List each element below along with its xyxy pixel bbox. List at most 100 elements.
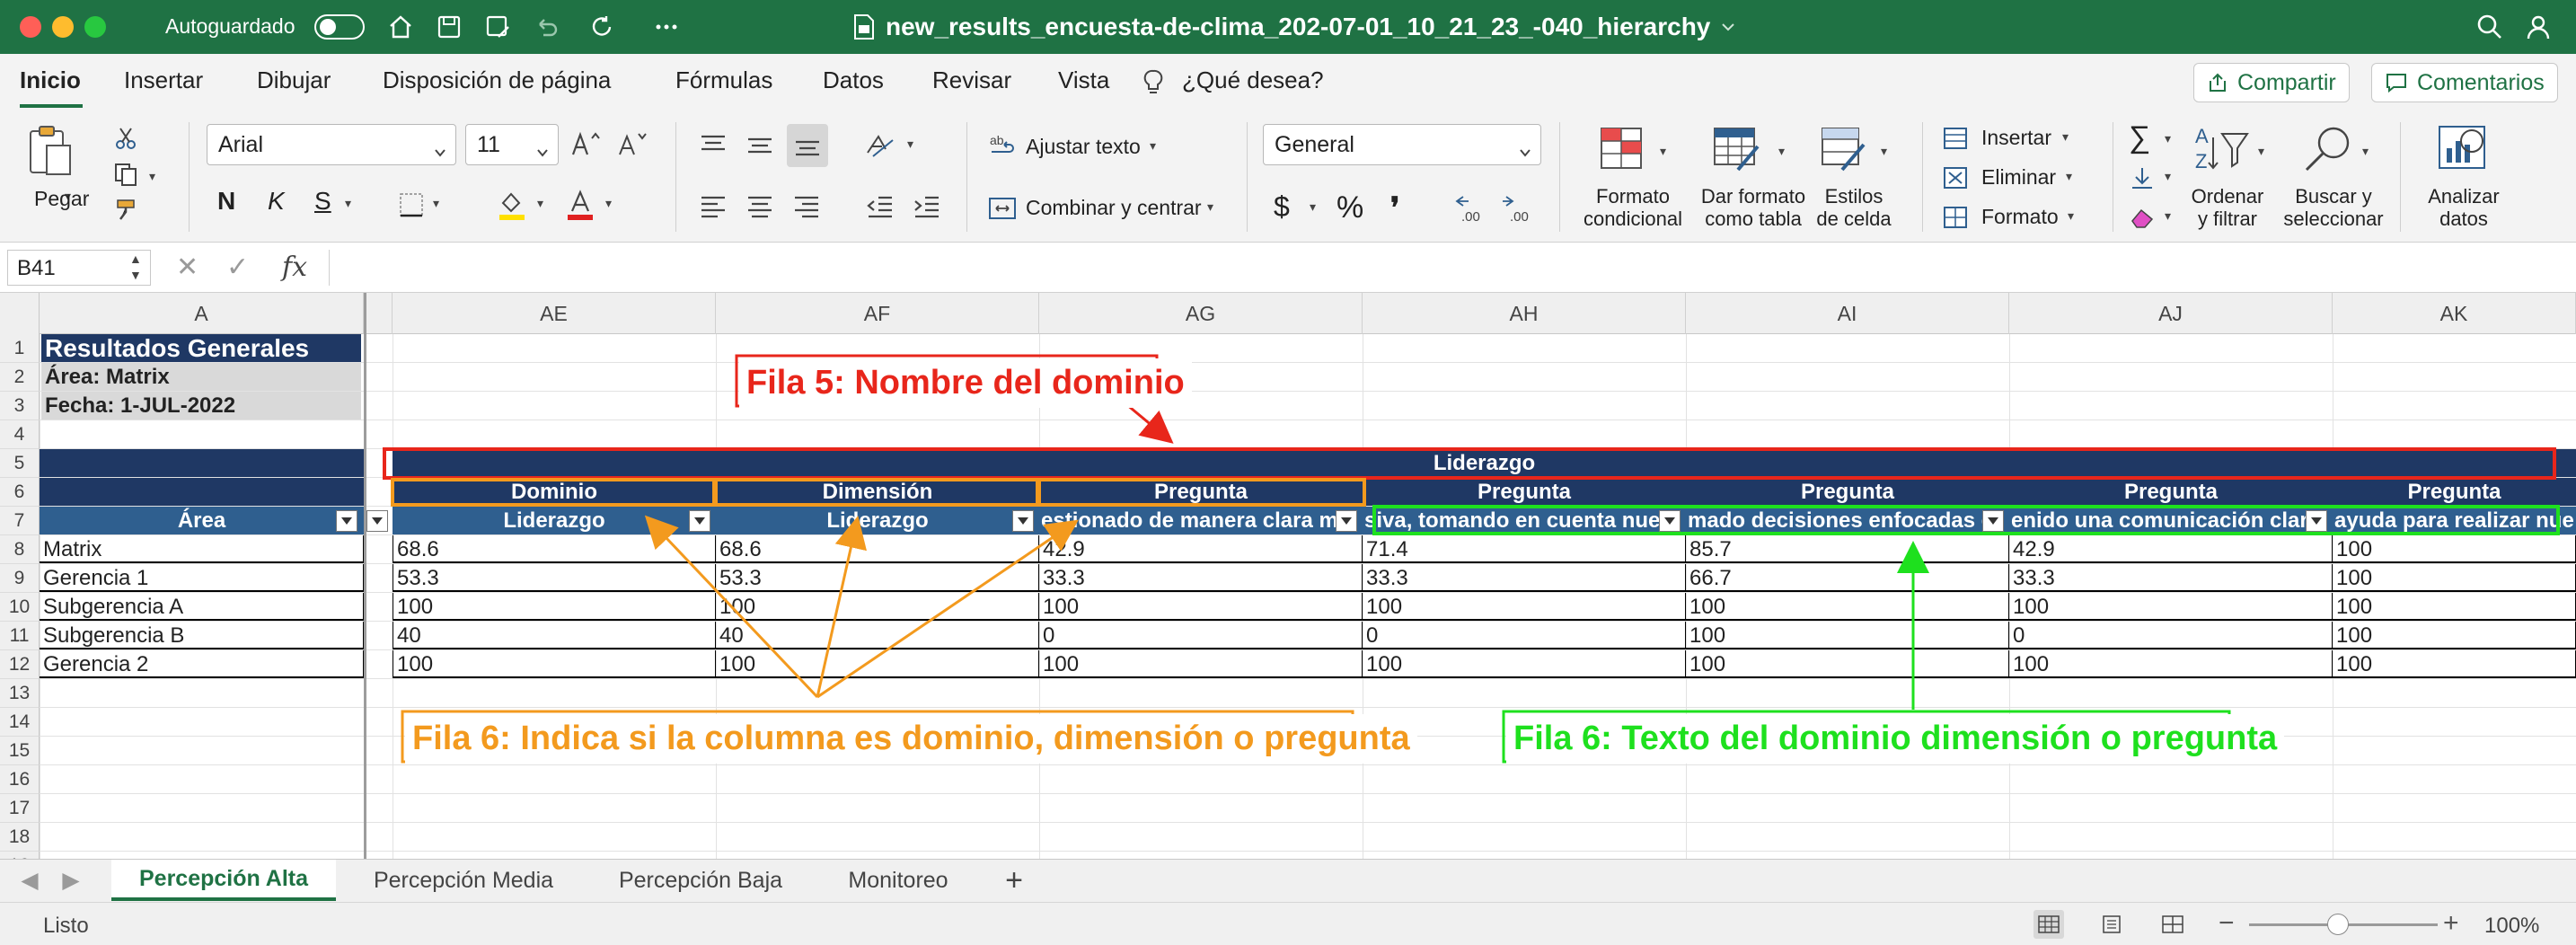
scroll-tabs-left-icon[interactable]: ◀ <box>16 860 43 901</box>
table-value-cell[interactable]: 85.7 <box>1686 535 2009 563</box>
zoom-in-button[interactable]: + <box>2443 908 2459 939</box>
comments-button[interactable]: Comentarios <box>2371 63 2558 102</box>
orientation-icon[interactable] <box>860 128 900 163</box>
share-button[interactable]: Compartir <box>2193 63 2350 102</box>
cell-styles-caret[interactable]: ▾ <box>1881 144 1887 159</box>
table-value-cell[interactable]: 100 <box>1686 622 2009 649</box>
row7-text-cell[interactable]: Liderazgo <box>716 507 1039 534</box>
table-value-cell[interactable]: 100 <box>393 650 716 678</box>
cell-styles-icon[interactable] <box>1818 124 1870 174</box>
table-value-cell[interactable]: 0 <box>1363 622 1686 649</box>
name-box-stepper-down[interactable]: ▼ <box>129 268 142 282</box>
zoom-out-button[interactable]: − <box>2219 908 2235 939</box>
cell-styles-button[interactable]: Estilos de celda <box>1809 185 1899 230</box>
filter-dropdown-icon[interactable] <box>2306 510 2327 532</box>
freeze-pane-divider[interactable] <box>364 293 366 859</box>
table-row-area-cell[interactable]: Matrix <box>40 535 364 563</box>
row-header-11[interactable]: 11 <box>0 622 40 650</box>
filter-dropdown-icon[interactable] <box>336 510 357 532</box>
table-format-button[interactable]: Dar formato como tabla <box>1692 185 1814 230</box>
row6-type-cell[interactable]: Dimensión <box>716 478 1039 506</box>
row-header-3[interactable]: 3 <box>0 392 40 420</box>
comma-style-button[interactable]: ❜ <box>1390 190 1399 225</box>
increase-decimal-icon[interactable]: .00 <box>1453 190 1489 226</box>
table-value-cell[interactable]: 53.3 <box>716 564 1039 592</box>
font-name-select[interactable]: Arial <box>207 124 456 165</box>
table-value-cell[interactable]: 100 <box>716 650 1039 678</box>
area-header-cell[interactable]: Área <box>40 507 364 534</box>
zoom-level[interactable]: 100% <box>2484 914 2539 939</box>
paste-icon[interactable] <box>23 124 77 180</box>
table-value-cell[interactable]: 100 <box>1686 593 2009 621</box>
table-value-cell[interactable]: 100 <box>393 593 716 621</box>
row-header-1[interactable]: 1 <box>0 334 40 363</box>
tab-datos[interactable]: Datos <box>823 66 884 94</box>
tab-revisar[interactable]: Revisar <box>932 66 1011 94</box>
table-row-area-cell[interactable]: Subgerencia A <box>40 593 364 621</box>
row-header-5[interactable]: 5 <box>0 449 40 478</box>
select-all-corner[interactable] <box>0 293 40 334</box>
formula-input[interactable] <box>329 250 2556 286</box>
spreadsheet-grid[interactable]: A AE AF AG AH AI AJ AK 1 2 3 4 5 6 7 8 9 10 11 12 13 14 15 16 1… <box>0 293 2576 859</box>
insert-cells-caret[interactable]: ▾ <box>2062 129 2069 145</box>
percent-button[interactable]: % <box>1337 190 1363 225</box>
underline-button[interactable]: S <box>314 187 331 216</box>
row-header-12[interactable]: 12 <box>0 650 40 679</box>
row-header-17[interactable]: 17 <box>0 794 40 823</box>
row7-text-cell[interactable]: siva, tomando en cuenta nue <box>1363 507 1686 534</box>
fill-caret[interactable]: ▾ <box>2165 169 2171 184</box>
conditional-format-caret[interactable]: ▾ <box>1660 144 1666 159</box>
area-info-cell[interactable]: Área: Matrix <box>41 363 361 391</box>
table-value-cell[interactable]: 100 <box>2333 535 2576 563</box>
table-value-cell[interactable]: 42.9 <box>2009 535 2333 563</box>
row7-text-cell[interactable]: estionado de manera clara m <box>1039 507 1363 534</box>
wrap-text-icon[interactable]: ab <box>986 129 1019 162</box>
insert-cells-button[interactable]: Insertar <box>1981 126 2051 150</box>
save-as-icon[interactable] <box>480 11 516 43</box>
align-left-icon[interactable] <box>695 189 731 225</box>
insert-function-icon[interactable]: fx <box>282 252 307 283</box>
account-icon[interactable] <box>2520 11 2556 43</box>
row-header-8[interactable]: 8 <box>0 535 40 564</box>
row-header-15[interactable]: 15 <box>0 737 40 765</box>
table-value-cell[interactable]: 100 <box>1039 593 1363 621</box>
cut-icon[interactable] <box>111 124 140 153</box>
format-painter-icon[interactable] <box>111 196 140 225</box>
delete-cells-caret[interactable]: ▾ <box>2066 169 2072 184</box>
tab-disposicion-de-pagina[interactable]: Disposición de página <box>383 66 611 94</box>
table-row-area-cell[interactable]: Gerencia 2 <box>40 650 364 678</box>
tab-formulas[interactable]: Fórmulas <box>675 66 772 94</box>
autosum-icon[interactable]: ∑ <box>2129 120 2150 155</box>
tab-vista[interactable]: Vista <box>1058 66 1109 94</box>
sort-filter-icon[interactable]: AZ <box>2192 122 2254 176</box>
tab-inicio[interactable]: Inicio <box>20 66 81 94</box>
insert-cells-icon[interactable] <box>1940 124 1971 153</box>
table-value-cell[interactable]: 33.3 <box>1363 564 1686 592</box>
minimize-window-button[interactable] <box>52 16 74 38</box>
table-value-cell[interactable]: 33.3 <box>1039 564 1363 592</box>
analyze-data-icon[interactable] <box>2434 122 2493 178</box>
table-value-cell[interactable]: 71.4 <box>1363 535 1686 563</box>
filter-dropdown-icon[interactable] <box>689 510 710 532</box>
redo-icon[interactable] <box>584 11 620 43</box>
find-select-caret[interactable]: ▾ <box>2362 144 2369 159</box>
fill-color-caret[interactable]: ▾ <box>537 196 543 211</box>
borders-caret[interactable]: ▾ <box>433 196 439 211</box>
filter-dropdown-icon[interactable] <box>366 510 388 532</box>
close-window-button[interactable] <box>20 16 41 38</box>
table-value-cell[interactable]: 0 <box>2009 622 2333 649</box>
increase-indent-icon[interactable] <box>907 189 947 225</box>
number-format-select[interactable]: General <box>1263 124 1541 165</box>
date-info-cell[interactable]: Fecha: 1-JUL-2022 <box>41 392 361 420</box>
table-format-caret[interactable]: ▾ <box>1778 144 1785 159</box>
row6-type-cell[interactable]: Pregunta <box>2009 478 2333 506</box>
table-value-cell[interactable]: 68.6 <box>716 535 1039 563</box>
row6-type-cell[interactable]: Pregunta <box>1686 478 2009 506</box>
filter-dropdown-icon[interactable] <box>1659 510 1681 532</box>
table-value-cell[interactable]: 53.3 <box>393 564 716 592</box>
align-middle-icon[interactable] <box>742 128 778 163</box>
delete-cells-icon[interactable] <box>1940 163 1971 192</box>
borders-icon[interactable] <box>395 189 428 221</box>
home-icon[interactable] <box>383 11 419 43</box>
format-cells-button[interactable]: Formato <box>1981 205 2059 229</box>
